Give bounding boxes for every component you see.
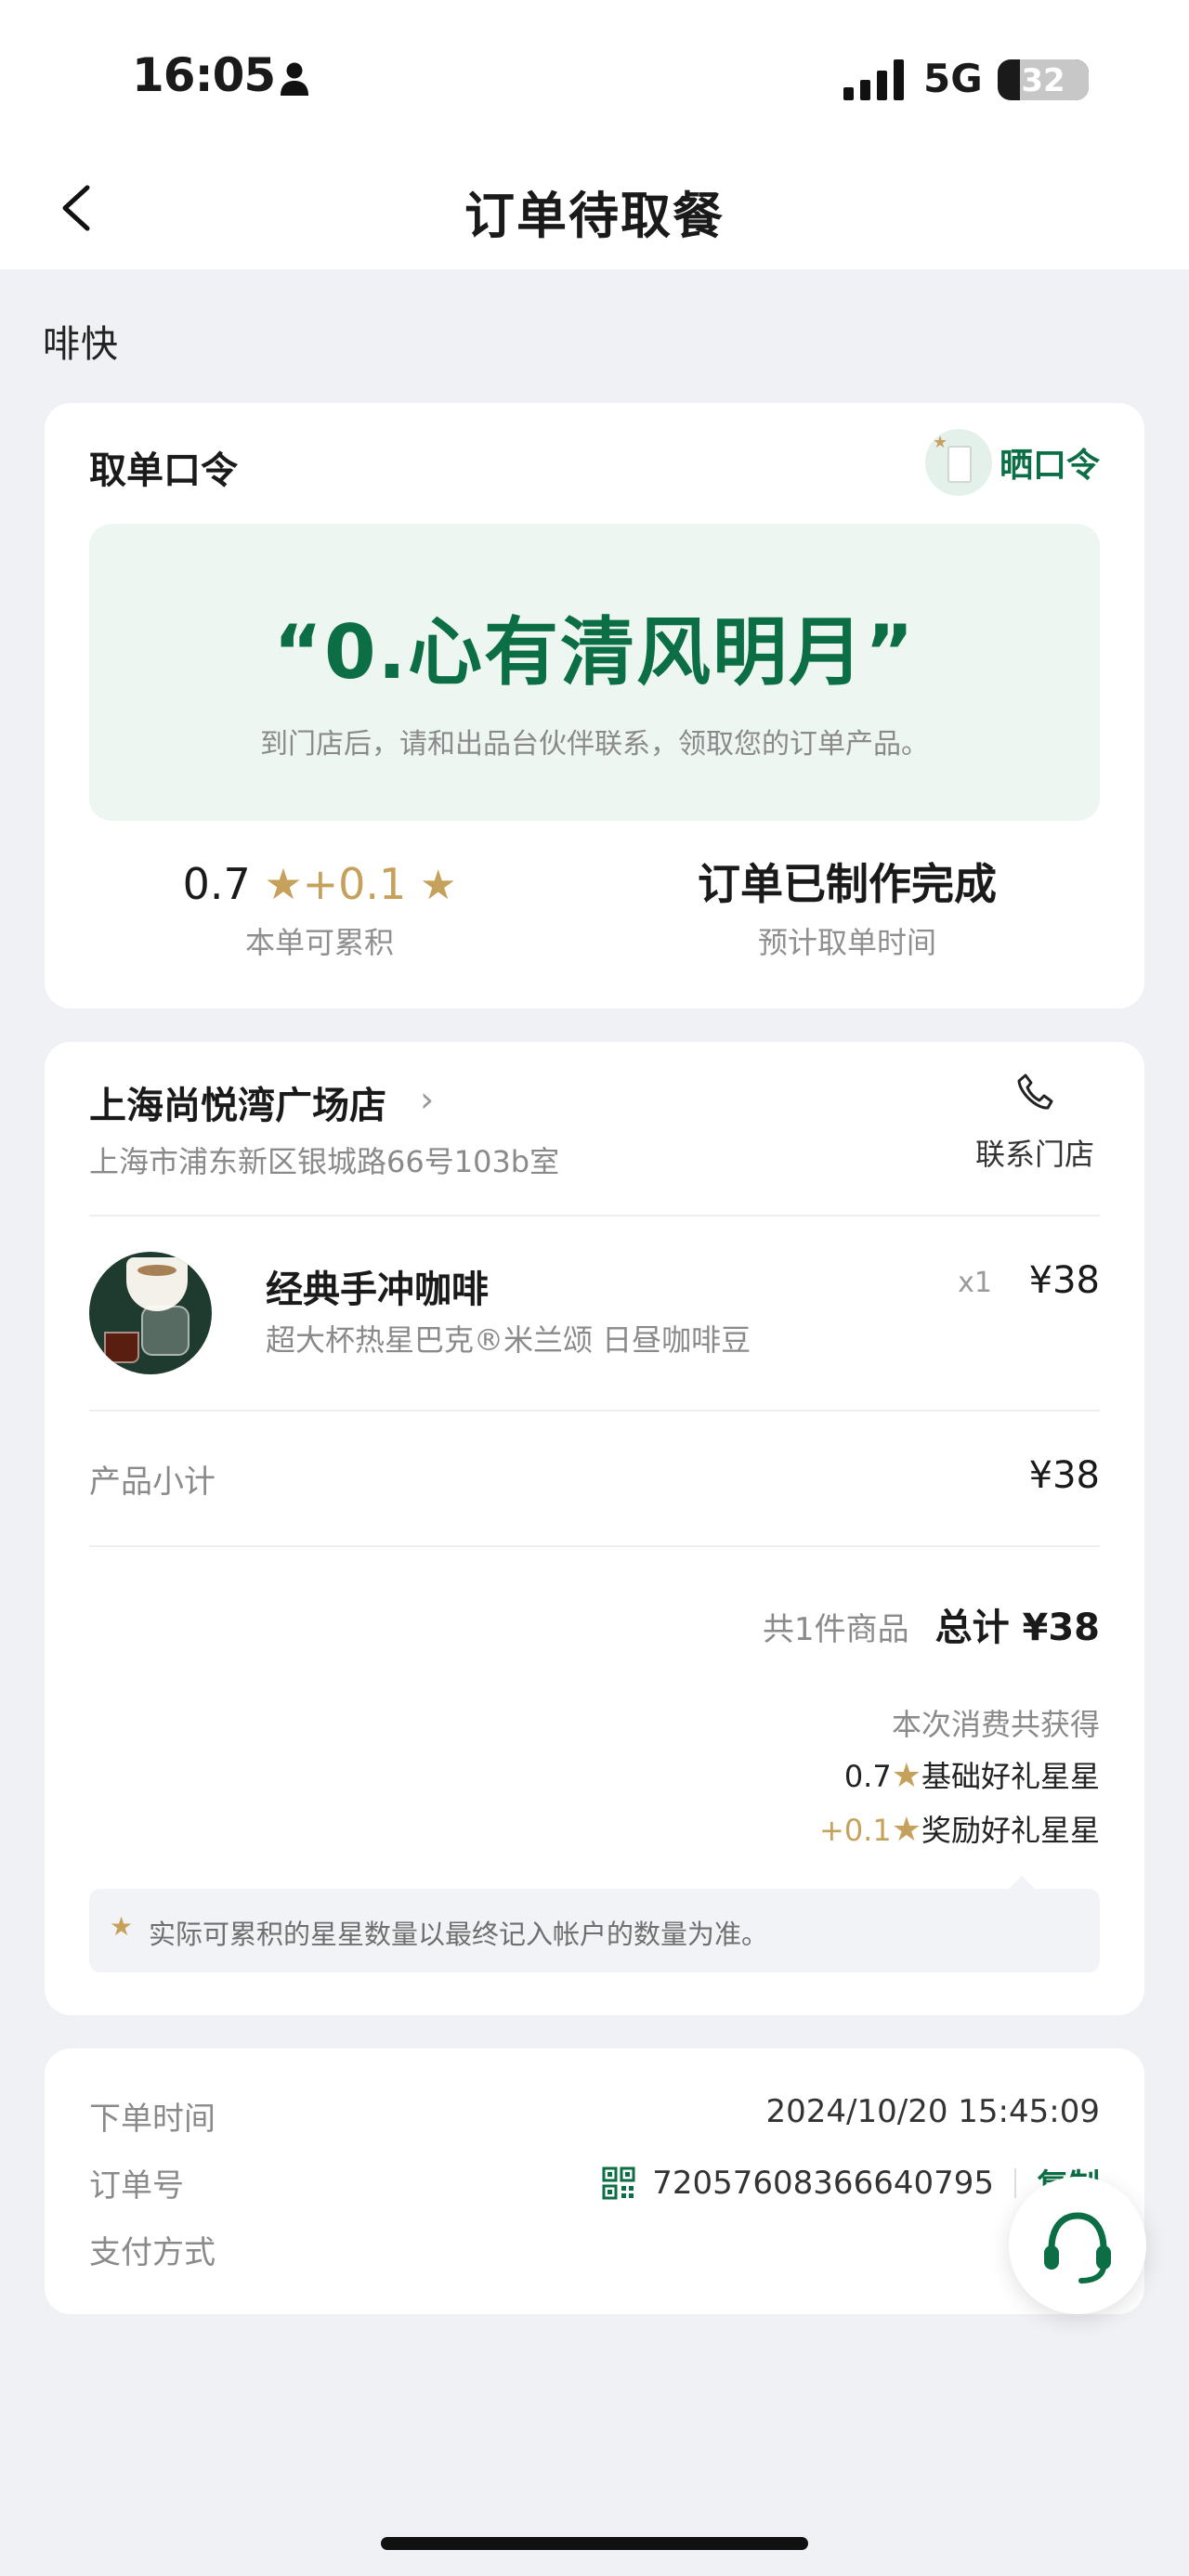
share-label: 晒口令 (999, 447, 1100, 485)
order-number-row: 72057608366640795 复制 (602, 2160, 1100, 2205)
earn-base-row: 0.7★基础好礼星星 (844, 1753, 1100, 1796)
qr-code-icon[interactable] (602, 2166, 635, 2200)
stars-bonus-value: +0.1 (302, 859, 407, 909)
brand-logo: 啡快 (43, 323, 119, 366)
bonus-star-icon: ★ (419, 862, 457, 909)
bonus-star-icon: ★ (891, 1811, 921, 1849)
pickup-code-box: “0.心有清风明月” 到门店后，请和出品台伙伴联系，领取您的订单产品。 (89, 524, 1100, 821)
order-status: 订单已制作完成 (698, 859, 997, 909)
product-quantity: x1 (958, 1267, 992, 1299)
order-total: 总计 ¥38 (934, 1607, 1100, 1649)
store-name[interactable]: 上海尚悦湾广场店 (89, 1075, 386, 1129)
product-name: 经典手冲咖啡 (266, 1268, 489, 1311)
earn-bonus-value: +0.1 (819, 1813, 892, 1848)
person-icon (281, 62, 308, 96)
contact-store-label: 联系门店 (974, 1137, 1094, 1172)
order-info-card: 下单时间 2024/10/20 15:45:09 订单号 72057608366… (45, 2049, 1144, 2314)
headset-icon (1044, 2212, 1111, 2283)
order-detail-card: 上海尚悦湾广场店 › 上海市浦东新区银城路66号103b室 联系门店 经典手冲咖… (45, 1042, 1144, 2015)
share-code-button[interactable]: ★ 晒口令 (924, 427, 1100, 498)
store-address: 上海市浦东新区银城路66号103b室 (89, 1144, 560, 1179)
earn-base-value: 0.7 (843, 1759, 892, 1794)
battery-level: 32 (1021, 62, 1065, 99)
order-number: 72057608366640795 (652, 2164, 994, 2202)
order-time: 2024/10/20 15:45:09 (765, 2093, 1100, 2130)
stars-note: ★ 实际可累积的星星数量以最终记入帐户的数量为准。 (89, 1876, 1100, 1972)
network-type: 5G (923, 56, 983, 101)
stars-note-text: 实际可累积的星星数量以最终记入帐户的数量为准。 (149, 1919, 769, 1950)
star-icon: ★ (932, 433, 948, 452)
product-image (89, 1252, 212, 1374)
pickup-hint: 到门店后，请和出品台伙伴联系，领取您的订单产品。 (260, 728, 929, 761)
subtotal-value: ¥38 (1028, 1454, 1100, 1497)
earn-title: 本次消费共获得 (891, 1707, 1100, 1742)
divider (89, 1215, 1100, 1216)
order-time-label: 下单时间 (89, 2101, 216, 2138)
order-number-label: 订单号 (89, 2167, 184, 2205)
star-icon: ★ (891, 1757, 921, 1795)
page-title: 订单待取餐 (464, 187, 725, 245)
product-price: ¥38 (1028, 1259, 1100, 1302)
item-count: 共1件商品 (762, 1611, 909, 1648)
pickup-code-card: 取单口令 ★ 晒口令 “0.心有清风明月” 到门店后，请和出品台伙伴联系，领取您… (45, 403, 1144, 1008)
divider (89, 1545, 1100, 1547)
customer-service-button[interactable] (1009, 2177, 1146, 2314)
star-icon: ★ (110, 1911, 134, 1942)
earn-bonus-row: +0.1★奖励好礼星星 (819, 1807, 1100, 1850)
home-indicator[interactable] (381, 2537, 808, 2550)
phone-icon (1017, 1073, 1053, 1110)
stars-label: 本单可累积 (244, 925, 394, 960)
battery-icon: 32 (998, 59, 1089, 100)
stars-stat: 0.7 ★+0.1 ★ 本单可累积 (67, 854, 572, 962)
earn-bonus-label: 奖励好礼星星 (921, 1813, 1100, 1848)
total-row: 共1件商品 总计 ¥38 (763, 1597, 1100, 1651)
status-time: 16:05 (132, 48, 276, 102)
star-icon: ★ (264, 859, 303, 909)
earn-base-label: 基础好礼星星 (921, 1759, 1100, 1794)
signal-icon (843, 59, 904, 100)
contact-store-button[interactable]: 联系门店 (970, 1070, 1100, 1174)
product-description: 超大杯热星巴克®米兰颂 日昼咖啡豆 (266, 1322, 751, 1358)
share-thumbnail: ★ (924, 429, 992, 496)
order-status-stat: 订单已制作完成 预计取单时间 (594, 854, 1100, 962)
divider (89, 1410, 1100, 1412)
top-bar: 16:05 5G 32 订单待取餐 (0, 0, 1189, 269)
payment-method-label: 支付方式 (89, 2234, 216, 2271)
pickup-code-title: 取单口令 (89, 449, 238, 492)
battery-tip (1079, 72, 1087, 87)
chevron-right-icon[interactable]: › (420, 1079, 434, 1120)
stars-base-value: 0.7 (182, 859, 251, 909)
pickup-code: “0.心有清风明月” (273, 609, 916, 696)
order-status-label: 预计取单时间 (757, 925, 936, 960)
subtotal-label: 产品小计 (89, 1464, 216, 1501)
